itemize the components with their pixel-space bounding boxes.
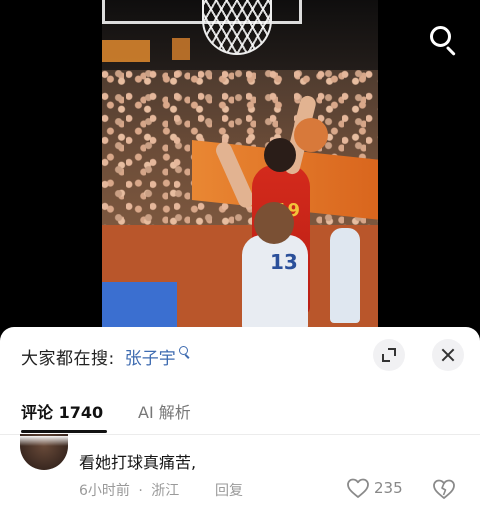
tab-comments[interactable]: 评论 1740 [21,399,103,423]
expand-button[interactable] [373,339,405,371]
comment-sheet: 大家都在搜: 张子宇 评论 1740 AI 解析 看她打球真痛苦, 6小时前 ·… [0,327,480,515]
basketball [294,118,328,152]
search-icon[interactable] [178,346,190,360]
active-tab-indicator [21,430,107,433]
broken-heart-icon [433,479,455,499]
comment-tabs: 评论 1740 AI 解析 [0,393,480,435]
player-head [264,138,296,172]
comment-text: 看她打球真痛苦, [79,453,197,472]
search-button[interactable] [424,22,460,58]
background-player [330,228,360,323]
avatar[interactable] [20,434,68,470]
arena-light-panel [172,38,190,60]
dislike-button[interactable] [432,478,455,499]
close-icon [440,348,456,362]
video-frame[interactable]: 19 13 [102,0,378,330]
video-player[interactable]: 19 13 [0,0,480,330]
player-head [254,202,294,244]
trending-search-row: 大家都在搜: 张子宇 [21,344,190,369]
divider [0,434,480,435]
arena-light-panel [102,40,150,62]
tab-ai-analysis[interactable]: AI 解析 [138,399,191,423]
comment-location: 浙江 [151,483,180,499]
comment-item: 看她打球真痛苦, 6小时前 · 浙江 回复 235 [0,434,480,515]
trending-search-label: 大家都在搜: [21,348,115,369]
search-icon [430,26,451,47]
like-count: 235 [374,479,403,497]
close-button[interactable] [432,339,464,371]
search-icon-handle [445,46,456,56]
comment-meta: 6小时前 · 浙江 [79,480,179,500]
trending-search-term[interactable]: 张子宇 [125,344,176,369]
heart-icon [347,478,369,498]
expand-icon [382,348,396,362]
meta-separator: · [138,483,143,499]
courtside-adboard [102,282,177,330]
reply-button[interactable]: 回复 [215,480,243,500]
white-jersey-number: 13 [270,250,298,274]
like-button[interactable]: 235 [346,478,403,498]
comment-time: 6小时前 [79,483,130,499]
